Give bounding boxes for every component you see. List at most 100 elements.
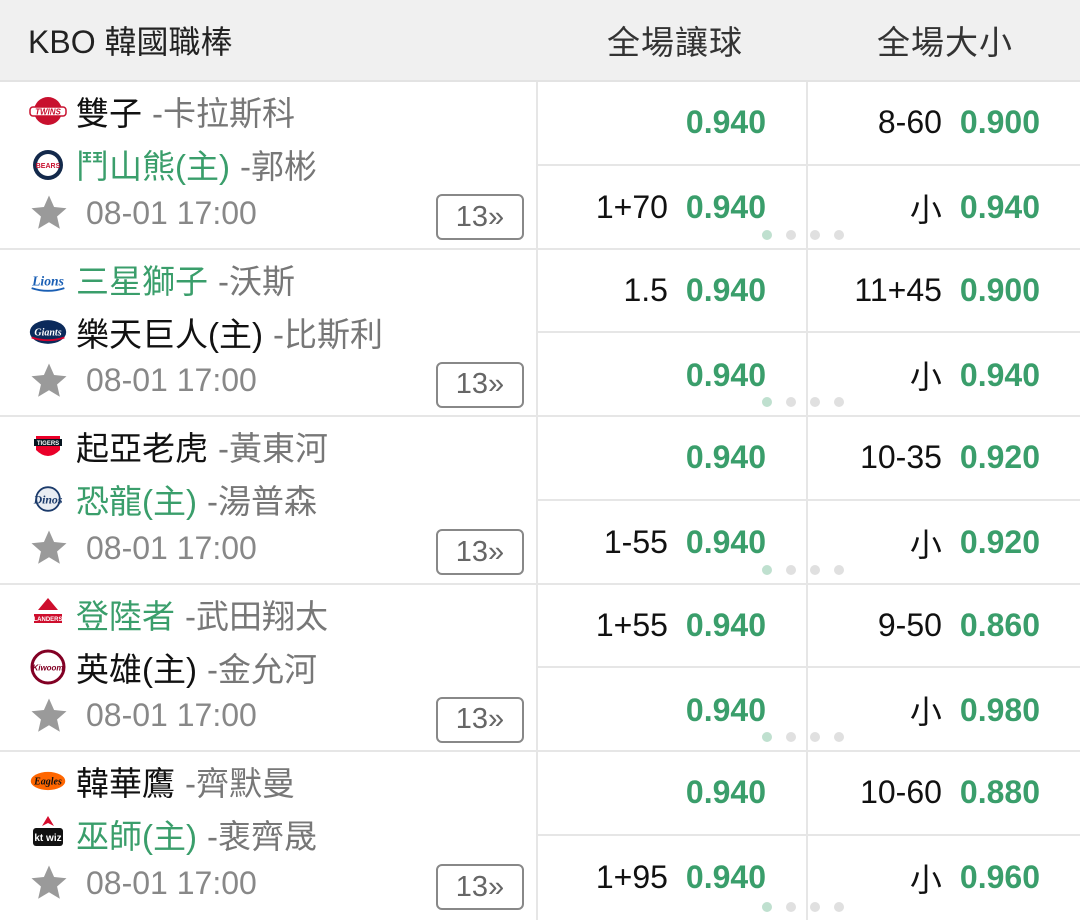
team-team2[interactable]: Kiwoom 英雄(主) -金允河 xyxy=(28,644,317,690)
pagination-dot[interactable] xyxy=(834,732,844,742)
more-markets-button[interactable]: 13» xyxy=(436,864,524,910)
pagination-dot-active[interactable] xyxy=(762,229,772,240)
team-team2[interactable]: Dinos 恐龍(主) -湯普森 xyxy=(28,476,317,522)
handicap-odds[interactable]: 0.940 xyxy=(686,692,766,729)
handicap-odds[interactable]: 0.940 xyxy=(686,439,766,476)
handicap-cell[interactable]: 0.940 xyxy=(538,417,808,499)
overunder-odds[interactable]: 0.940 xyxy=(960,357,1040,394)
team-name[interactable]: 起亞老虎 xyxy=(76,422,208,470)
overunder-odds[interactable]: 0.880 xyxy=(960,774,1040,811)
pagination-dot[interactable] xyxy=(810,732,820,742)
team-name[interactable]: 韓華鷹 xyxy=(76,757,175,805)
pagination-dot[interactable] xyxy=(834,397,844,407)
handicap-odds[interactable]: 0.940 xyxy=(686,859,766,896)
team-name[interactable]: 三星獅子 xyxy=(76,255,208,303)
pagination-dot[interactable] xyxy=(834,564,844,575)
pagination-dot[interactable] xyxy=(834,229,844,240)
overunder-odds[interactable]: 0.920 xyxy=(960,439,1040,476)
team-name[interactable]: 鬥山熊(主) xyxy=(76,140,230,188)
pagination-dot[interactable] xyxy=(786,732,796,742)
pagination-dot[interactable] xyxy=(786,397,796,407)
overunder-cell[interactable]: 9-50 0.860 xyxy=(808,585,1080,667)
overunder-odds[interactable]: 0.940 xyxy=(960,189,1040,226)
pagination-dot-active[interactable] xyxy=(762,397,772,407)
handicap-odds[interactable]: 0.940 xyxy=(686,189,766,226)
handicap-cell[interactable]: 0.940 xyxy=(538,82,808,164)
team-name[interactable]: 登陸者 xyxy=(76,590,175,638)
team-team1[interactable]: TWINS 雙子 -卡拉斯科 xyxy=(28,88,295,134)
pagination-dots[interactable] xyxy=(762,732,844,742)
team-name[interactable]: 英雄(主) xyxy=(76,643,197,691)
pagination-dot[interactable] xyxy=(786,901,796,912)
pitcher-name: -比斯利 xyxy=(272,315,383,353)
overunder-odds[interactable]: 0.920 xyxy=(960,524,1040,561)
match-row[interactable]: TIGERS 起亞老虎 -黃東河 Dinos 恐龍(主) -湯普森 08-01 … xyxy=(0,417,1080,585)
overunder-cell[interactable]: 小 0.920 xyxy=(808,501,1080,585)
team-team2[interactable]: Giants 樂天巨人(主) -比斯利 xyxy=(28,309,383,355)
team-name[interactable]: 巫師(主) xyxy=(76,810,197,858)
pagination-dot[interactable] xyxy=(810,564,820,575)
overunder-cell[interactable]: 小 0.960 xyxy=(808,836,1080,920)
overunder-cell[interactable]: 小 0.980 xyxy=(808,668,1080,752)
pagination-dots[interactable] xyxy=(762,564,844,575)
pitcher-name: -沃斯 xyxy=(218,262,295,300)
more-markets-button[interactable]: 13» xyxy=(436,361,524,408)
match-row[interactable]: LANDERS 登陸者 -武田翔太 Kiwoom 英雄(主) -金允河 08-0… xyxy=(0,584,1080,752)
overunder-odds[interactable]: 0.900 xyxy=(960,104,1040,141)
handicap-odds[interactable]: 0.940 xyxy=(686,524,766,561)
team-team1[interactable]: Lions 三星獅子 -沃斯 xyxy=(28,256,295,302)
pagination-dots[interactable] xyxy=(762,901,844,912)
team-team1[interactable]: TIGERS 起亞老虎 -黃東河 xyxy=(28,423,328,469)
more-markets-button[interactable]: 13» xyxy=(436,529,524,575)
overunder-cell[interactable]: 小 0.940 xyxy=(808,166,1080,250)
handicap-cell[interactable]: 0.940 xyxy=(538,752,808,834)
team-logo: BEARS xyxy=(28,144,68,184)
team-team2[interactable]: kt wiz 巫師(主) -裵齊晟 xyxy=(28,811,317,857)
handicap-odds[interactable]: 0.940 xyxy=(686,607,766,644)
overunder-odds[interactable]: 0.980 xyxy=(960,692,1040,729)
pagination-dot-active[interactable] xyxy=(762,732,772,742)
star-icon[interactable] xyxy=(28,862,70,904)
overunder-cell[interactable]: 11+45 0.900 xyxy=(808,250,1080,332)
odds-row-home: 0.940 10-60 0.880 xyxy=(538,752,1080,836)
overunder-odds[interactable]: 0.860 xyxy=(960,607,1040,644)
star-icon[interactable] xyxy=(28,192,70,234)
match-row[interactable]: TWINS 雙子 -卡拉斯科 BEARS 鬥山熊(主) -郭彬 08-01 17… xyxy=(0,82,1080,250)
handicap-odds[interactable]: 0.940 xyxy=(686,104,766,141)
team-name[interactable]: 雙子 xyxy=(76,87,142,135)
team-team1[interactable]: LANDERS 登陸者 -武田翔太 xyxy=(28,591,328,637)
more-markets-button[interactable]: 13» xyxy=(436,194,524,240)
star-icon[interactable] xyxy=(28,695,70,737)
handicap-odds[interactable]: 0.940 xyxy=(686,272,766,309)
team-team1[interactable]: Eagles 韓華鷹 -齊默曼 xyxy=(28,758,295,804)
handicap-odds[interactable]: 0.940 xyxy=(686,774,766,811)
overunder-cell[interactable]: 小 0.940 xyxy=(808,333,1080,417)
pagination-dot[interactable] xyxy=(810,901,820,912)
match-row[interactable]: Eagles 韓華鷹 -齊默曼 kt wiz 巫師(主) -裵齊晟 08-01 … xyxy=(0,752,1080,920)
pagination-dots[interactable] xyxy=(762,397,844,407)
overunder-odds[interactable]: 0.960 xyxy=(960,859,1040,896)
pagination-dot[interactable] xyxy=(810,397,820,407)
pagination-dot[interactable] xyxy=(786,229,796,240)
overunder-cell[interactable]: 10-35 0.920 xyxy=(808,417,1080,499)
overunder-cell[interactable]: 8-60 0.900 xyxy=(808,82,1080,164)
pagination-dot[interactable] xyxy=(834,901,844,912)
match-row[interactable]: Lions 三星獅子 -沃斯 Giants 樂天巨人(主) -比斯利 08-01… xyxy=(0,249,1080,417)
handicap-odds[interactable]: 0.940 xyxy=(686,357,766,394)
handicap-cell[interactable]: 1.5 0.940 xyxy=(538,249,808,332)
overunder-odds[interactable]: 0.900 xyxy=(960,272,1040,309)
pagination-dot[interactable] xyxy=(810,229,820,240)
pagination-dots[interactable] xyxy=(762,229,844,240)
match-info: TIGERS 起亞老虎 -黃東河 Dinos 恐龍(主) -湯普森 08-01 … xyxy=(0,417,538,583)
more-markets-button[interactable]: 13» xyxy=(436,696,524,743)
overunder-cell[interactable]: 10-60 0.880 xyxy=(808,752,1080,834)
team-team2[interactable]: BEARS 鬥山熊(主) -郭彬 xyxy=(28,141,317,187)
pagination-dot-active[interactable] xyxy=(762,901,772,912)
team-name[interactable]: 恐龍(主) xyxy=(76,475,197,523)
star-icon[interactable] xyxy=(28,360,70,402)
star-icon[interactable] xyxy=(28,527,70,569)
team-name[interactable]: 樂天巨人(主) xyxy=(76,308,263,356)
pagination-dot[interactable] xyxy=(786,564,796,575)
handicap-cell[interactable]: 1+55 0.940 xyxy=(538,584,808,667)
pagination-dot-active[interactable] xyxy=(762,564,772,575)
